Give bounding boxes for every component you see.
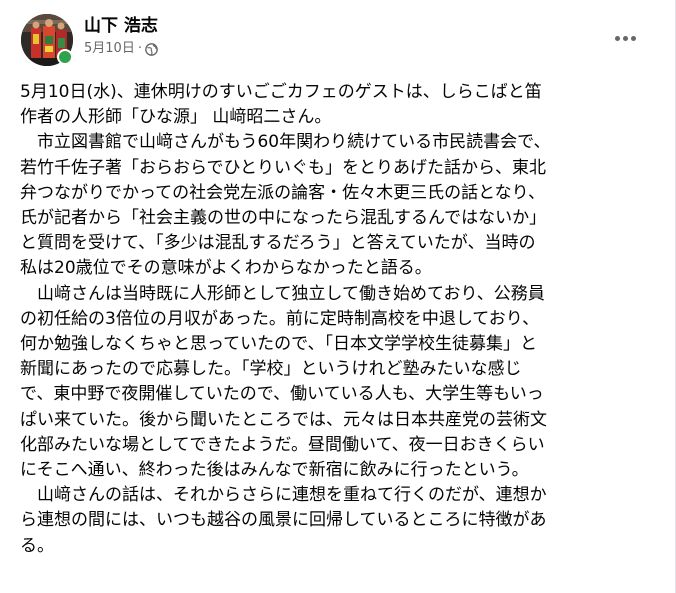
globe-icon[interactable]: [145, 42, 158, 56]
post-paragraph: 市立図書館で山﨑さんがもう60年関わり続けている市民読書会で、 若竹千佐子著「お…: [20, 132, 551, 279]
avatar[interactable]: [21, 14, 73, 66]
post-card: 山下 浩志 5月10日 · 5月10日(水)、連休明けのすいごごカフェのゲストは…: [0, 0, 676, 593]
post-meta: 山下 浩志 5月10日 ·: [84, 14, 158, 58]
post-paragraph: 山﨑さんの話は、それからさらに連想を重ねて行くのだが、連想か ら連想の間には、い…: [20, 485, 547, 556]
post-message: 5月10日(水)、連休明けのすいごごカフェのゲストは、しらこばと笛 作者の人形師…: [20, 80, 660, 559]
more-options-button[interactable]: [608, 26, 642, 50]
more-horizontal-icon: [614, 35, 636, 41]
post-subline: 5月10日 ·: [84, 40, 158, 58]
post-date[interactable]: 5月10日: [84, 40, 135, 58]
author-name[interactable]: 山下 浩志: [84, 15, 158, 37]
post-paragraph: 山﨑さんは当時既に人形師として独立して働き始めており、公務員 の初任給の3倍位の…: [20, 283, 547, 481]
meta-separator: ·: [137, 41, 142, 56]
online-status-indicator: [57, 49, 73, 65]
post-header: 山下 浩志 5月10日 ·: [21, 14, 158, 66]
post-paragraph: 5月10日(水)、連休明けのすいごごカフェのゲストは、しらこばと笛 作者の人形師…: [20, 82, 542, 128]
